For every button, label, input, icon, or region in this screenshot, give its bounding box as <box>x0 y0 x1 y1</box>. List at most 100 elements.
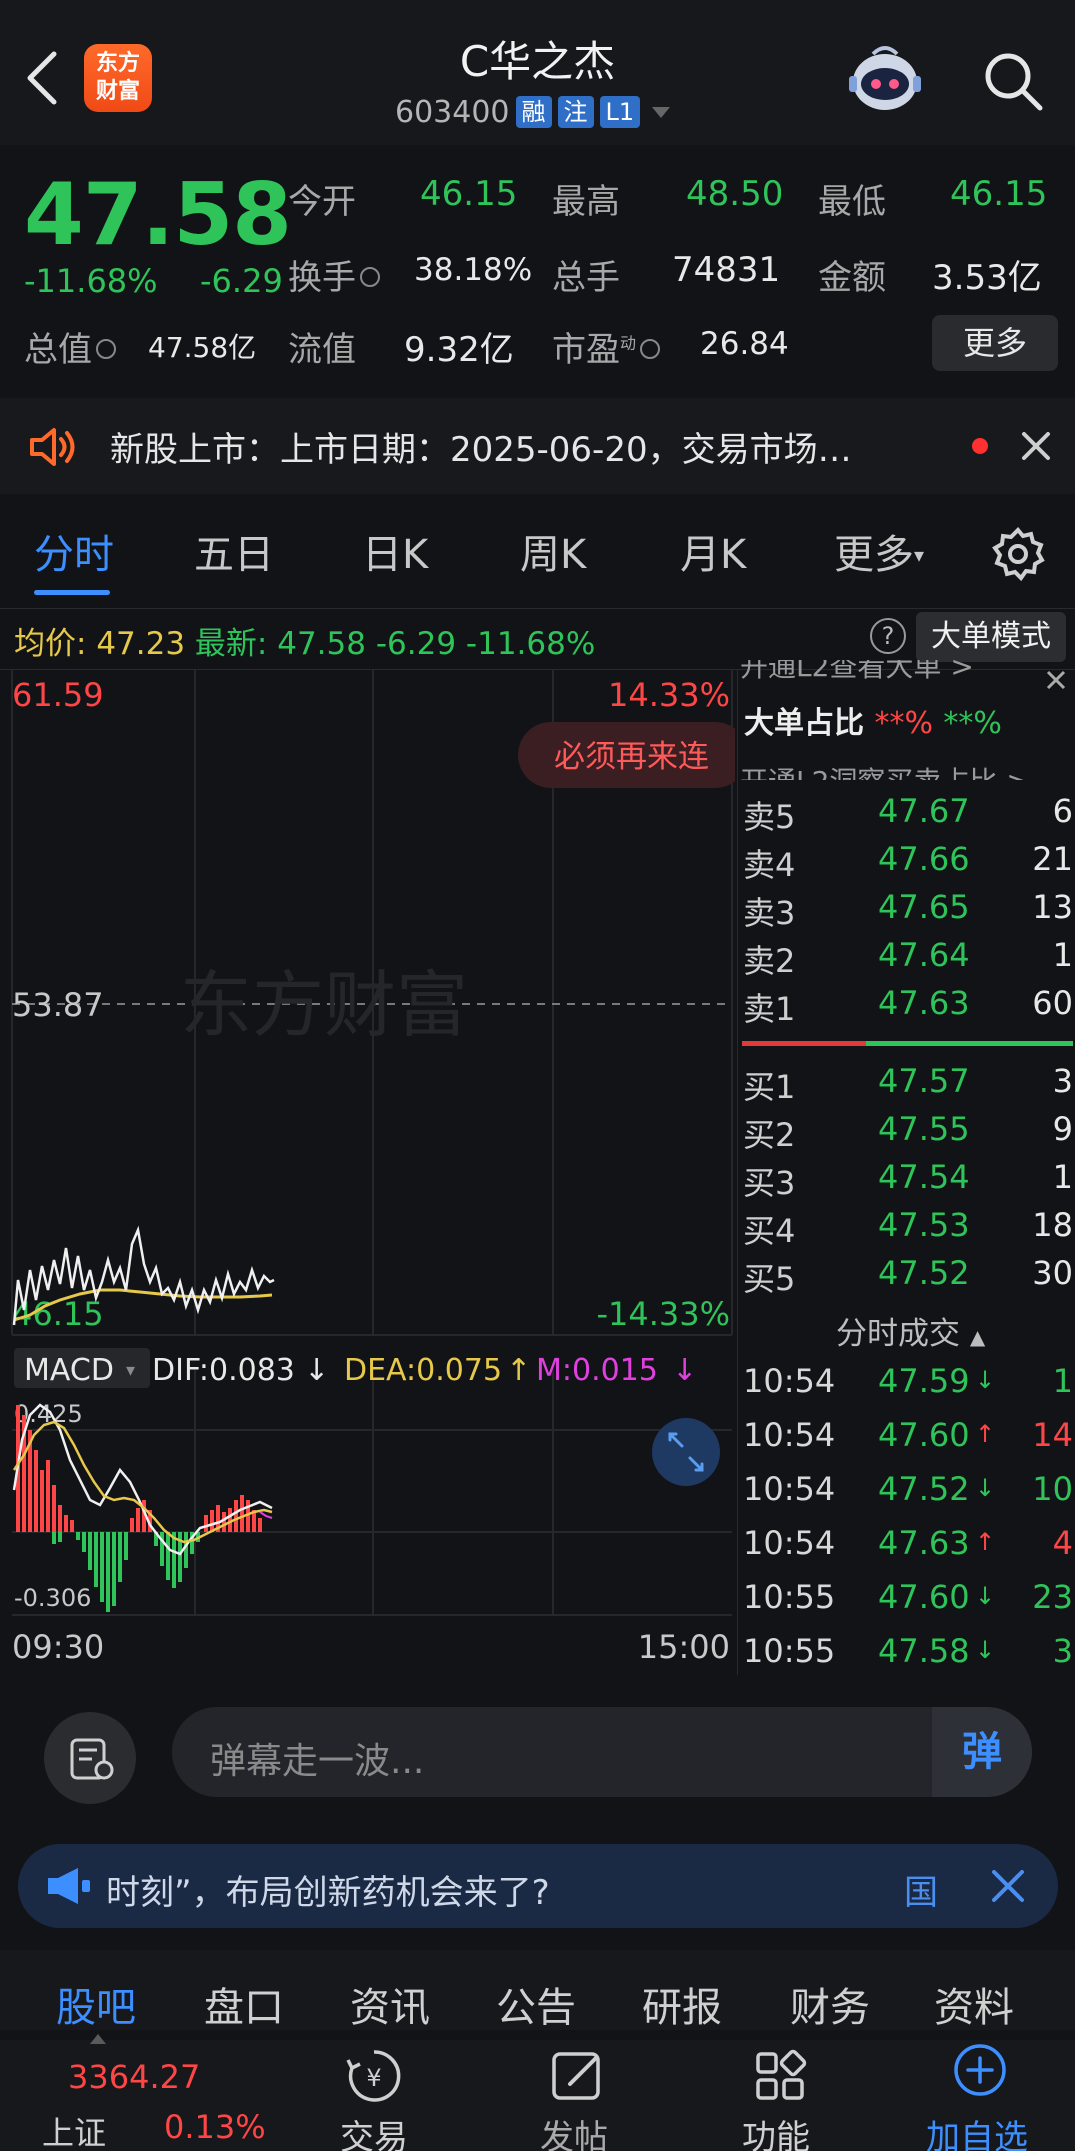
high-label: 最高 <box>552 182 620 222</box>
low-value: 46.15 <box>950 174 1048 214</box>
dif-arrow-icon: ↓ <box>304 1353 329 1388</box>
pe-value: 26.84 <box>700 326 789 362</box>
m-line <box>259 1511 273 1519</box>
bid-row-4[interactable]: 买4 47.53 18 <box>743 1206 1073 1254</box>
robot-assistant-icon[interactable] <box>845 40 925 118</box>
trade-yuan-icon[interactable]: ¥ <box>344 2046 404 2106</box>
l2-insight-link[interactable]: 开通L2洞察买卖占比 > <box>740 758 1036 780</box>
tab-intraday[interactable]: 分时 <box>34 522 114 580</box>
functions-label[interactable]: 功能 <box>742 2110 810 2151</box>
trades-title[interactable]: 分时成交 ▲ <box>836 1308 985 1353</box>
tab-announcements[interactable]: 公告 <box>496 1975 576 2033</box>
speaker-icon <box>30 428 75 466</box>
danmaku-send-button[interactable]: 弹 <box>932 1707 1032 1797</box>
bid-row-2[interactable]: 买2 47.55 9 <box>743 1110 1073 1158</box>
stock-code: 603400 <box>395 94 510 130</box>
tab-five-day[interactable]: 五日 <box>194 522 274 580</box>
macd-bottom-label: -0.306 <box>14 1584 91 1612</box>
macd-histogram <box>16 1405 262 1612</box>
trade-row: 10:54 47.52 ↓ 10 <box>743 1470 1073 1508</box>
change-amount: -6.29 <box>200 262 283 300</box>
help-icon[interactable]: ? <box>870 618 906 654</box>
trade-label[interactable]: 交易 <box>340 2110 408 2151</box>
dea-arrow-icon: ↑ <box>506 1353 531 1388</box>
trade-row: 10:55 47.58 ↓ 3 <box>743 1632 1073 1670</box>
open-value: 46.15 <box>420 174 518 214</box>
add-watchlist-label[interactable]: 加自选 <box>926 2110 1028 2151</box>
active-tab-indicator <box>34 590 110 595</box>
danmaku-placeholder[interactable]: 弹幕走一波... <box>210 1732 424 1784</box>
close-icon[interactable] <box>1016 426 1056 466</box>
promo-right-text[interactable]: 国 <box>904 1865 938 1914</box>
tag-margin: 融 <box>515 96 552 128</box>
bid-row-5[interactable]: 买5 47.52 30 <box>743 1254 1073 1302</box>
price-mid-label: 53.87 <box>12 986 104 1024</box>
close-icon[interactable] <box>986 1864 1030 1908</box>
price-top-label: 61.59 <box>12 676 104 714</box>
add-watchlist-icon[interactable] <box>950 2040 1010 2100</box>
time-start-label: 09:30 <box>12 1628 104 1666</box>
post-label[interactable]: 发帖 <box>540 2110 608 2151</box>
tab-daily-k[interactable]: 日K <box>362 522 428 580</box>
tab-more[interactable]: 更多▾ <box>834 522 924 580</box>
search-icon[interactable] <box>980 48 1046 114</box>
avg-value: 47.23 <box>96 626 186 662</box>
functions-grid-icon[interactable] <box>750 2046 810 2106</box>
index-change[interactable]: 0.13% <box>164 2108 266 2146</box>
big-order-mode-button[interactable]: 大单模式 <box>916 612 1066 662</box>
close-icon[interactable] <box>1040 664 1072 696</box>
ask-row-2[interactable]: 卖2 47.64 1 <box>743 936 1073 984</box>
notice-text[interactable]: 新股上市：上市日期：2025-06-20，交易市场… <box>110 422 852 471</box>
dea-value: DEA:0.075 <box>344 1353 502 1388</box>
buy-sell-ratio-red <box>742 1041 866 1046</box>
macd-label[interactable]: MACD <box>24 1353 114 1388</box>
index-value[interactable]: 3364.27 <box>68 2058 200 2096</box>
tab-weekly-k[interactable]: 周K <box>520 522 586 580</box>
float-value: 9.32亿 <box>404 330 514 370</box>
m-arrow-icon: ↓ <box>672 1353 697 1388</box>
gear-icon[interactable] <box>990 526 1046 582</box>
bid-row-3[interactable]: 买3 47.54 1 <box>743 1158 1073 1206</box>
chart-grid <box>11 670 733 1616</box>
pct-bottom-label: -14.33% <box>596 1295 730 1333</box>
expand-button[interactable] <box>652 1418 720 1486</box>
mktcap-label: 总值 <box>24 322 120 371</box>
l2-big-order-link[interactable]: 开通L2查看大单 > <box>740 660 1040 686</box>
megaphone-icon <box>48 1868 90 1904</box>
time-end-label: 15:00 <box>638 1628 730 1666</box>
ask-row-5[interactable]: 卖5 47.67 6 <box>743 792 1073 840</box>
tag-level1: L1 <box>599 96 641 128</box>
ask-row-1[interactable]: 卖1 47.63 60 <box>743 984 1073 1032</box>
tab-forum[interactable]: 股吧 <box>56 1975 136 2033</box>
index-name[interactable]: 上证 <box>42 2108 106 2151</box>
ask-row-4[interactable]: 卖4 47.66 21 <box>743 840 1073 888</box>
caret-up-icon <box>90 2034 106 2044</box>
tab-news[interactable]: 资讯 <box>350 1975 430 2033</box>
bid-row-1[interactable]: 买1 47.57 3 <box>743 1062 1073 1110</box>
info-icon[interactable] <box>640 338 661 359</box>
change-percent: -11.68% <box>24 262 158 300</box>
dif-value: DIF:0.083 <box>152 1353 295 1388</box>
tab-financials[interactable]: 财务 <box>790 1975 870 2033</box>
volume-label: 总手 <box>552 258 620 298</box>
intraday-chart[interactable]: 东方财富 61.59 53.87 46.15 14.33% -14.33% 必须… <box>0 670 735 1670</box>
mktcap-value: 47.58亿 <box>148 331 257 364</box>
trade-row: 10:54 47.60 ↑ 14 <box>743 1416 1073 1454</box>
turnover-value: 38.18% <box>414 252 533 288</box>
bar-change-pct: -11.68% <box>465 626 596 662</box>
float-label: 流值 <box>288 330 356 370</box>
tag-registered: 注 <box>557 96 594 128</box>
ask-row-3[interactable]: 卖3 47.65 13 <box>743 888 1073 936</box>
promo-text[interactable]: 时刻”，布局创新药机会来了? <box>106 1865 550 1914</box>
tab-profile[interactable]: 资料 <box>934 1975 1014 2033</box>
stock-subline[interactable]: 603400 融 注 L1 <box>395 92 671 132</box>
more-button[interactable]: 更多 <box>932 315 1058 371</box>
caret-up-icon: ▲ <box>969 1325 986 1349</box>
tab-orderbook[interactable]: 盘口 <box>204 1975 284 2033</box>
compose-post-icon[interactable] <box>548 2046 608 2106</box>
info-icon[interactable] <box>96 338 116 359</box>
tab-research[interactable]: 研报 <box>642 1975 722 2033</box>
comment-bubble-text: 必须再来连 <box>554 739 709 775</box>
info-icon[interactable] <box>360 266 380 287</box>
tab-monthly-k[interactable]: 月K <box>680 522 746 580</box>
